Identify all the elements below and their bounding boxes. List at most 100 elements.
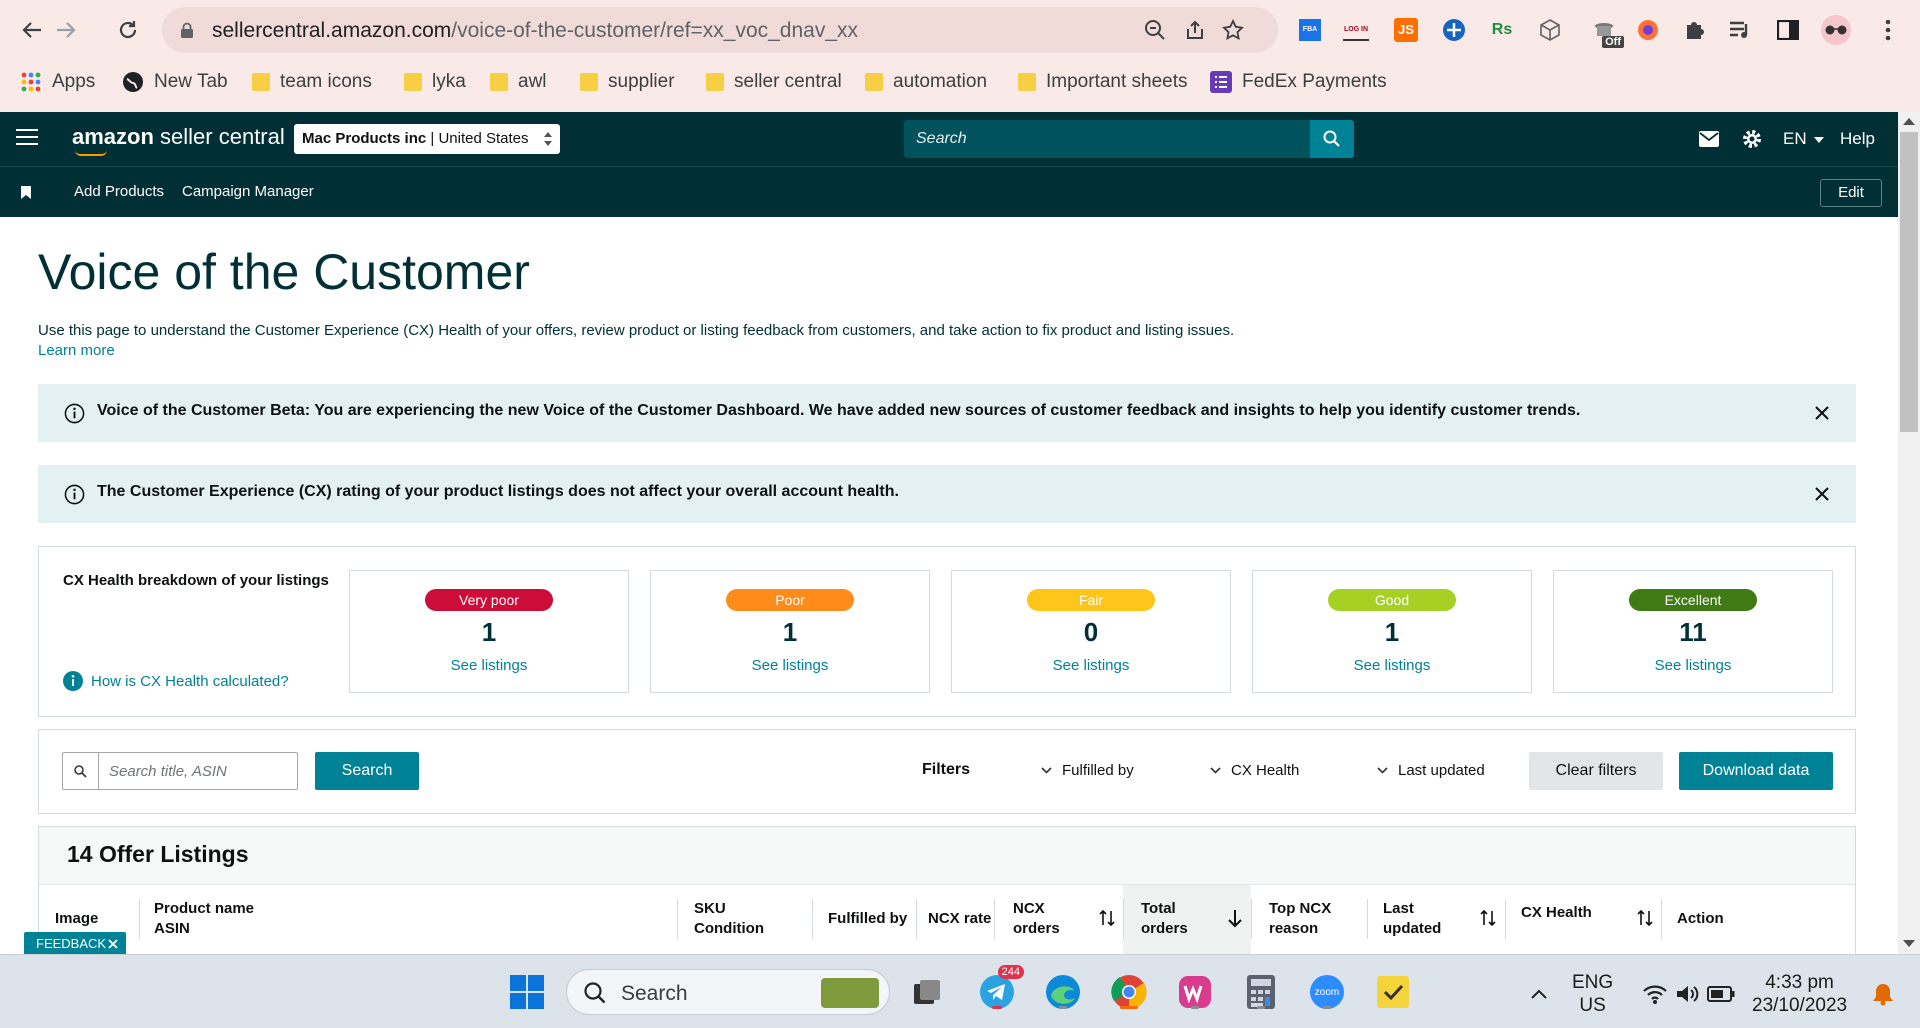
col-top-ncx-reason[interactable]: Top NCX reason bbox=[1269, 899, 1331, 939]
hamburger-menu-icon[interactable] bbox=[16, 129, 38, 149]
col-last-updated[interactable]: Last updated bbox=[1383, 899, 1441, 939]
see-listings-link[interactable]: See listings bbox=[952, 657, 1230, 674]
bookmark-supplier[interactable]: supplier bbox=[580, 70, 675, 94]
sort-icon[interactable] bbox=[1636, 907, 1654, 929]
windows-start-icon[interactable] bbox=[506, 971, 548, 1013]
share-icon[interactable] bbox=[1182, 17, 1208, 43]
forward-button[interactable] bbox=[48, 12, 84, 48]
sort-icon[interactable] bbox=[1479, 907, 1497, 929]
bookmark-fedex-payments[interactable]: FedEx Payments bbox=[1210, 70, 1387, 94]
col-sku-condition[interactable]: SKU Condition bbox=[694, 899, 764, 939]
how-cx-health-calculated-link[interactable]: How is CX Health calculated? bbox=[63, 671, 289, 691]
scroll-up-icon[interactable] bbox=[1903, 118, 1915, 125]
sort-descending-icon[interactable] bbox=[1226, 907, 1244, 929]
bookmark-lyka[interactable]: lyka bbox=[404, 70, 466, 94]
seller-central-logo[interactable]: amazon seller central bbox=[72, 124, 285, 150]
fulfilled-by-filter[interactable]: Fulfilled by bbox=[1041, 762, 1134, 779]
input-language[interactable]: ENG US bbox=[1572, 971, 1613, 1017]
notification-bell-icon[interactable] bbox=[1862, 973, 1904, 1015]
subnav-campaign-manager[interactable]: Campaign Manager bbox=[182, 183, 314, 200]
cx-card-fair: Fair 0 See listings bbox=[951, 570, 1231, 693]
header-search-input[interactable]: Search bbox=[904, 120, 1310, 158]
edge-app-icon[interactable] bbox=[1042, 971, 1084, 1013]
col-fulfilled-by[interactable]: Fulfilled by bbox=[828, 909, 907, 929]
bookmark-icon[interactable] bbox=[21, 186, 31, 199]
see-listings-link[interactable]: See listings bbox=[1253, 657, 1531, 674]
cx-pill-very-poor: Very poor bbox=[425, 589, 553, 611]
close-icon[interactable] bbox=[1812, 403, 1832, 423]
bookmark-team-icons[interactable]: team icons bbox=[252, 70, 372, 94]
learn-more-link[interactable]: Learn more bbox=[38, 342, 115, 359]
see-listings-link[interactable]: See listings bbox=[1554, 657, 1832, 674]
rs-extension-icon[interactable]: Rs bbox=[1486, 14, 1518, 46]
chrome-app-icon[interactable] bbox=[1108, 971, 1150, 1013]
search-button[interactable]: Search bbox=[315, 752, 419, 790]
header-search-button[interactable] bbox=[1310, 120, 1354, 158]
clear-filters-button[interactable]: Clear filters bbox=[1529, 752, 1663, 790]
back-button[interactable] bbox=[14, 12, 50, 48]
bookmark-awl[interactable]: awl bbox=[490, 70, 547, 94]
fba-extension-icon[interactable]: FBA bbox=[1294, 14, 1326, 46]
bookmark-seller-central[interactable]: seller central bbox=[706, 70, 842, 94]
page-intro: Use this page to understand the Customer… bbox=[38, 322, 1235, 339]
windows-taskbar: Search 244 zoom ENG US 4:33 pm 23/10/202… bbox=[0, 954, 1920, 1028]
help-link[interactable]: Help bbox=[1840, 129, 1875, 149]
battery-icon[interactable] bbox=[1700, 973, 1742, 1015]
calculator-app-icon[interactable] bbox=[1240, 971, 1282, 1013]
last-updated-filter[interactable]: Last updated bbox=[1377, 762, 1485, 779]
col-product-name[interactable]: Product name ASIN bbox=[154, 899, 254, 939]
zoom-app-icon[interactable]: zoom bbox=[1306, 971, 1348, 1013]
js-extension-icon[interactable]: JS bbox=[1390, 14, 1422, 46]
mail-icon[interactable] bbox=[1697, 127, 1721, 151]
listing-search-input[interactable]: Search title, ASIN bbox=[62, 752, 298, 790]
col-cx-health[interactable]: CX Health bbox=[1521, 903, 1592, 923]
settings-gear-icon[interactable] bbox=[1740, 127, 1764, 151]
see-listings-link[interactable]: See listings bbox=[651, 657, 929, 674]
download-data-button[interactable]: Download data bbox=[1679, 752, 1833, 790]
sort-icon[interactable] bbox=[1098, 907, 1116, 929]
bookmark-star-icon[interactable] bbox=[1220, 17, 1246, 43]
puzzle-extensions-icon[interactable] bbox=[1678, 14, 1710, 46]
zoom-icon[interactable] bbox=[1142, 17, 1168, 43]
account-switcher[interactable]: Mac Products inc | United States bbox=[294, 124, 560, 154]
browser-chrome: sellercentral.amazon.com/voice-of-the-cu… bbox=[0, 0, 1920, 112]
feedback-tab[interactable]: FEEDBACK bbox=[24, 932, 126, 956]
bookmark-new-tab[interactable]: New Tab bbox=[122, 70, 228, 94]
media-control-icon[interactable] bbox=[1724, 14, 1756, 46]
firefox-relay-extension-icon[interactable] bbox=[1632, 14, 1664, 46]
task-view-icon[interactable] bbox=[906, 971, 948, 1013]
cube-extension-icon[interactable] bbox=[1534, 14, 1566, 46]
chrome-menu-icon[interactable] bbox=[1872, 14, 1904, 46]
scrollbar-thumb[interactable] bbox=[1900, 132, 1918, 432]
subnav-add-products[interactable]: Add Products bbox=[74, 183, 164, 200]
side-panel-icon[interactable] bbox=[1772, 14, 1804, 46]
clock[interactable]: 4:33 pm 23/10/2023 bbox=[1752, 971, 1847, 1017]
reload-icon bbox=[119, 21, 137, 39]
chevron-up-icon[interactable] bbox=[1518, 973, 1560, 1015]
bookmark-automation[interactable]: automation bbox=[865, 70, 987, 94]
col-ncx-orders[interactable]: NCX orders bbox=[1013, 899, 1060, 939]
reload-button[interactable] bbox=[110, 12, 146, 48]
bookmark-important-sheets[interactable]: Important sheets bbox=[1018, 70, 1188, 94]
col-ncx-rate[interactable]: NCX rate bbox=[928, 909, 991, 929]
profile-avatar[interactable] bbox=[1820, 14, 1852, 46]
address-bar[interactable]: sellercentral.amazon.com/voice-of-the-cu… bbox=[162, 7, 1278, 53]
see-listings-link[interactable]: See listings bbox=[350, 657, 628, 674]
move-extension-icon[interactable] bbox=[1438, 14, 1470, 46]
login-extension-icon[interactable]: LOG IN bbox=[1340, 14, 1372, 46]
close-icon[interactable] bbox=[1812, 484, 1832, 504]
cx-health-filter[interactable]: CX Health bbox=[1210, 762, 1299, 779]
col-total-orders[interactable]: Total orders bbox=[1141, 899, 1188, 939]
beta-info-banner: Voice of the Customer Beta: You are expe… bbox=[38, 384, 1856, 442]
info-icon bbox=[64, 403, 85, 424]
wps-app-icon[interactable] bbox=[1174, 971, 1216, 1013]
sticky-notes-app-icon[interactable] bbox=[1372, 971, 1414, 1013]
taskbar-search[interactable]: Search bbox=[566, 969, 890, 1015]
edit-nav-button[interactable]: Edit bbox=[1820, 179, 1882, 207]
bookmark-apps[interactable]: Apps bbox=[20, 70, 95, 94]
close-icon bbox=[108, 939, 118, 949]
telegram-app-icon[interactable]: 244 bbox=[976, 965, 1024, 1013]
scroll-down-icon[interactable] bbox=[1903, 940, 1915, 947]
language-selector[interactable]: EN bbox=[1783, 129, 1825, 149]
off-extension-icon[interactable]: Off bbox=[1584, 14, 1624, 48]
